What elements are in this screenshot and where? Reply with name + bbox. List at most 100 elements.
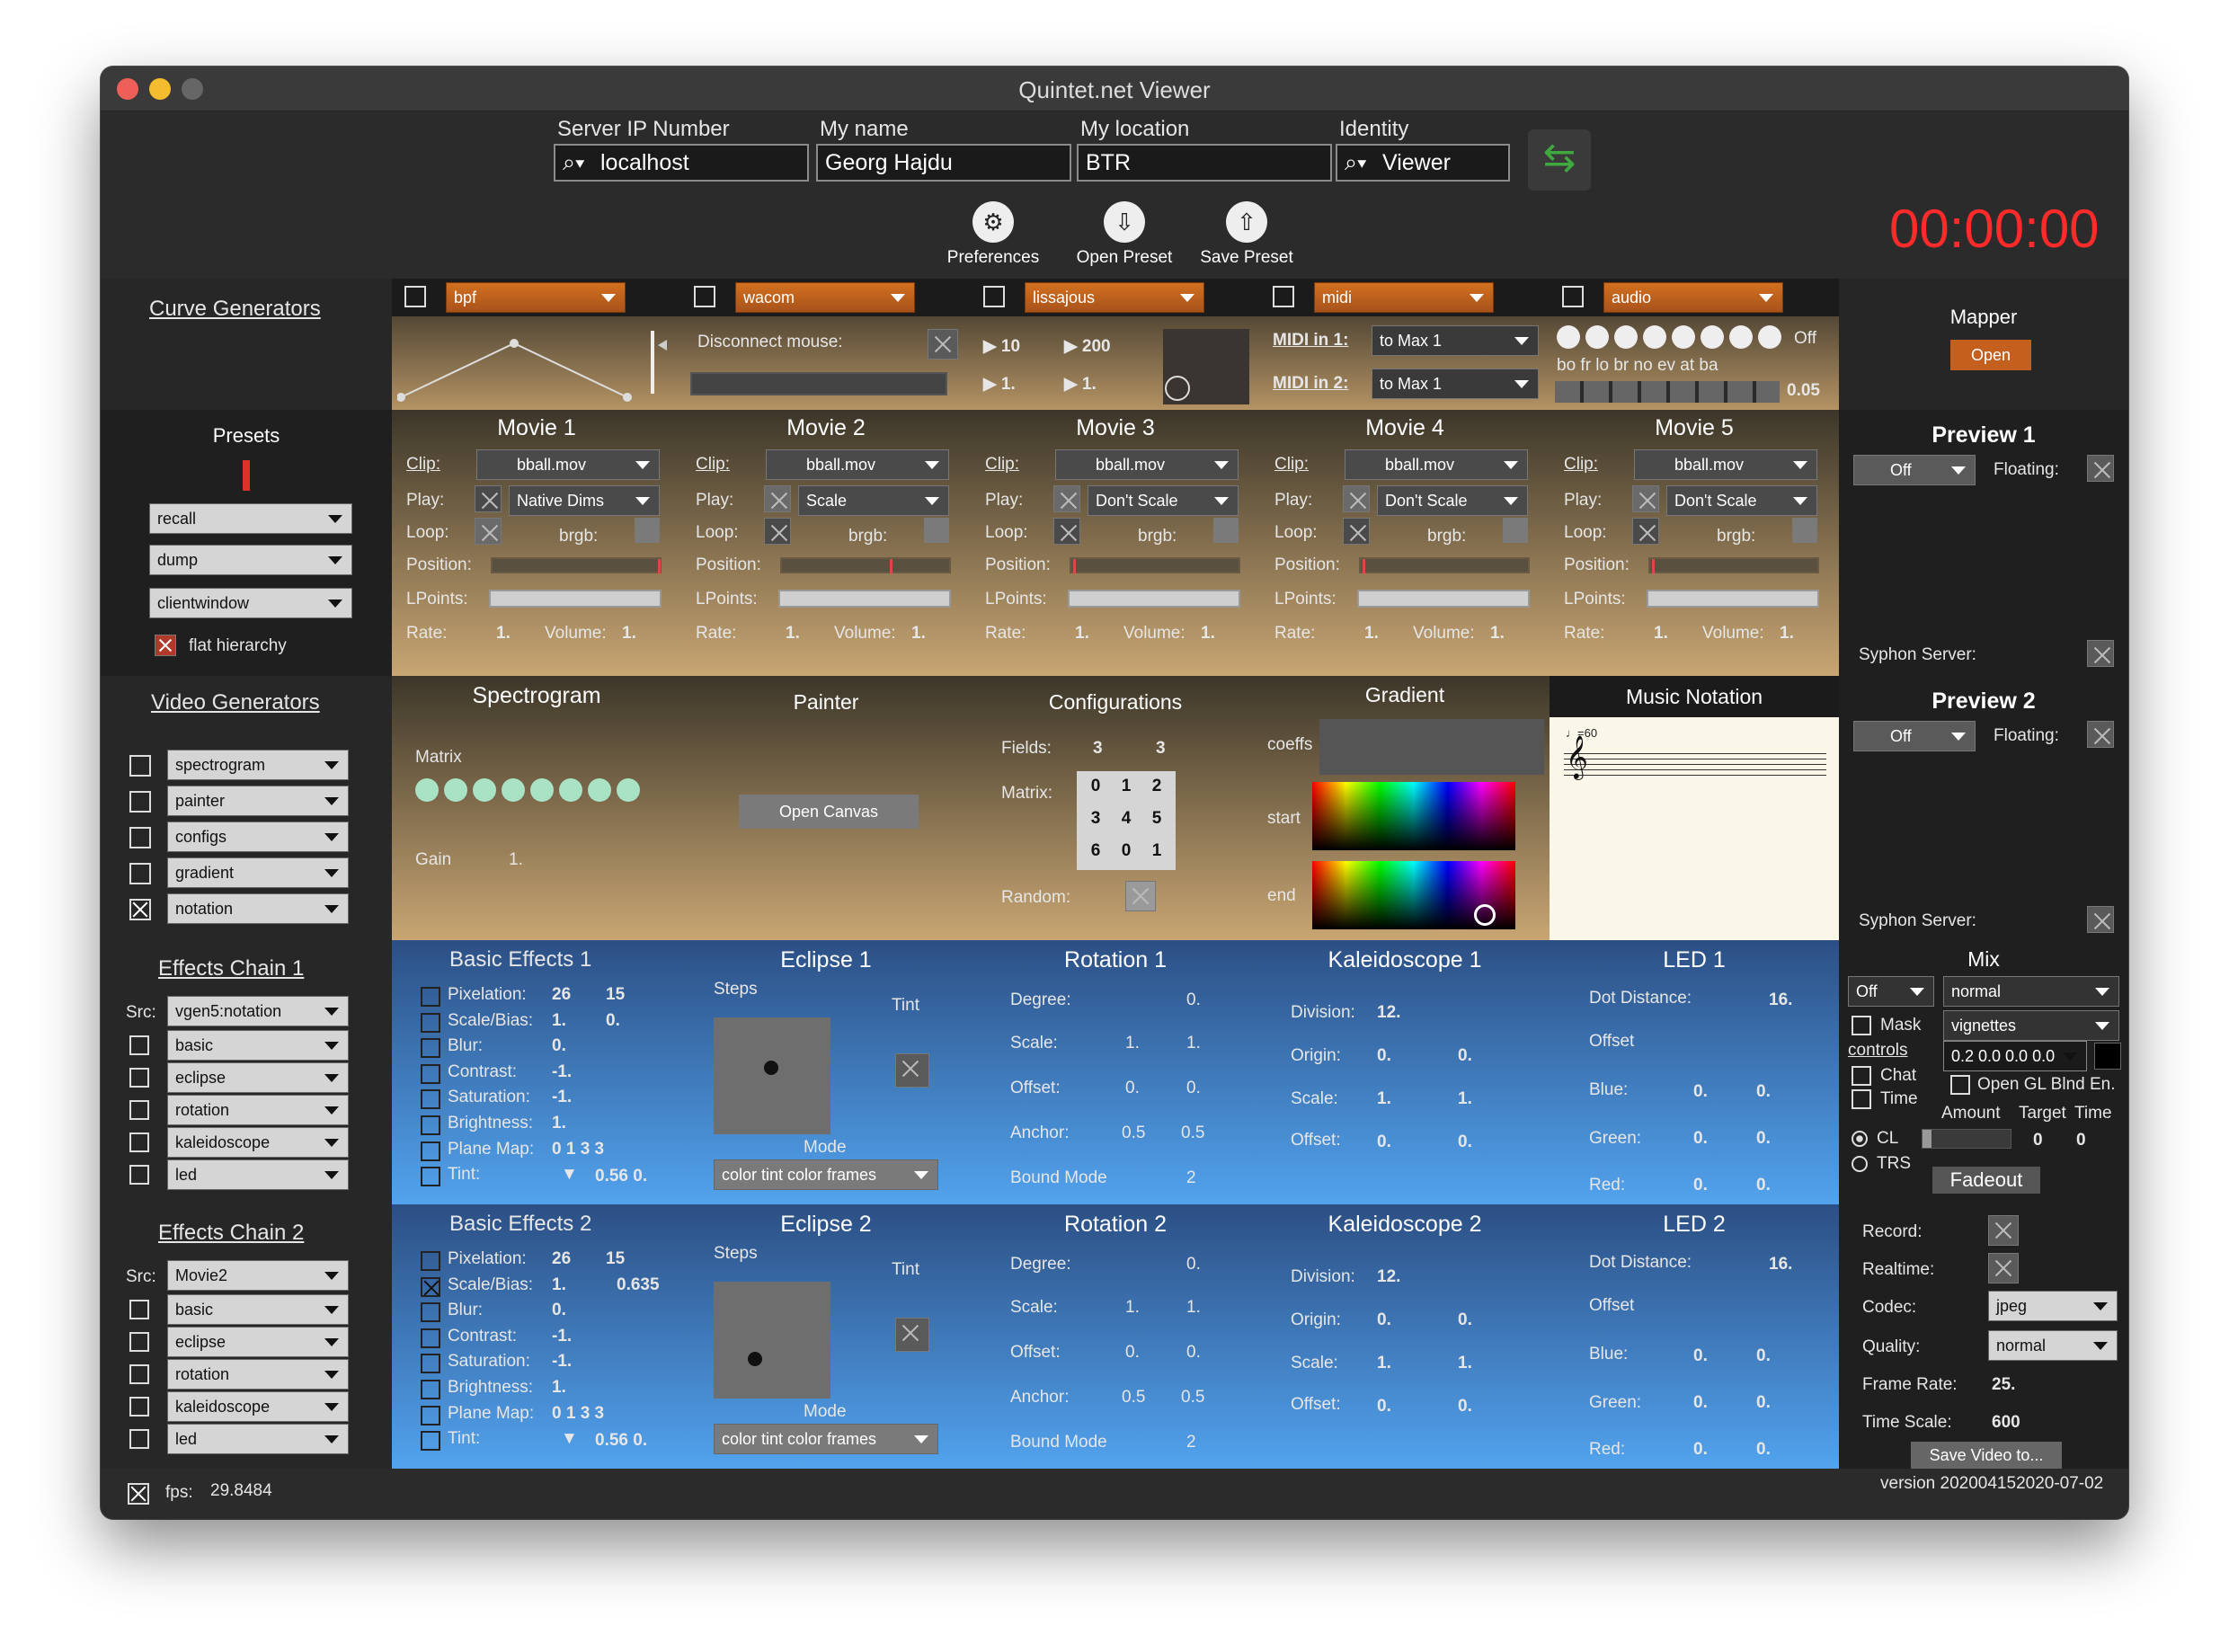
- config-matrix-cell[interactable]: 0: [1113, 841, 1140, 861]
- led2-dot-distance-value[interactable]: 16.: [1769, 1255, 1792, 1275]
- movie-3-volume-value[interactable]: 1.: [1201, 624, 1215, 644]
- chain1-item-4-checkbox[interactable]: [129, 1132, 149, 1152]
- config-matrix-cell[interactable]: 3: [1082, 809, 1109, 829]
- preview-2-mode-select[interactable]: Off: [1853, 721, 1976, 751]
- curve-gen-5-enable[interactable]: [1562, 286, 1584, 307]
- vgen-3-checkbox[interactable]: [129, 827, 151, 848]
- basic1-sb-checkbox[interactable]: [421, 1012, 440, 1033]
- eclipse2-mode-select[interactable]: color tint color frames: [714, 1424, 938, 1454]
- matrix-dot[interactable]: [617, 778, 640, 802]
- curve-gen-4-enable[interactable]: [1273, 286, 1294, 307]
- basic2-pix-checkbox[interactable]: [421, 1251, 440, 1271]
- basic1-plane-map-value[interactable]: 0 1 3 3: [552, 1140, 604, 1159]
- chain2-item-2-select[interactable]: eclipse: [167, 1327, 349, 1357]
- disconnect-mouse-toggle[interactable]: [928, 329, 958, 360]
- basic1-blur-value[interactable]: 0.: [552, 1036, 566, 1056]
- chain2-src-select[interactable]: Movie2: [167, 1260, 349, 1291]
- basic1-tint-checkbox[interactable]: [421, 1167, 440, 1187]
- movie-1-position-slider[interactable]: [491, 557, 662, 573]
- mix-mode-select[interactable]: Off: [1848, 976, 1934, 1007]
- basic2-con-checkbox[interactable]: [421, 1328, 440, 1348]
- led1-blue-y[interactable]: 0.: [1756, 1082, 1771, 1102]
- chain1-item-3-checkbox[interactable]: [129, 1100, 149, 1120]
- movie-5-scale-select[interactable]: Don't Scale: [1666, 485, 1817, 516]
- basic1-con-checkbox[interactable]: [421, 1063, 440, 1084]
- chain2-item-4-select[interactable]: kaleidoscope: [167, 1391, 349, 1422]
- basic1-pix-value[interactable]: 26: [552, 985, 571, 1005]
- rot2-offset-x[interactable]: 0.: [1125, 1343, 1140, 1363]
- lissajous-c[interactable]: ▶ 1.: [983, 374, 1016, 395]
- basic1-pix-value-2[interactable]: 15: [606, 985, 625, 1005]
- chain1-item-3-select[interactable]: rotation: [167, 1095, 349, 1125]
- led2-red-x[interactable]: 0.: [1693, 1440, 1708, 1460]
- led2-blue-y[interactable]: 0.: [1756, 1346, 1771, 1366]
- cl-radio[interactable]: [1852, 1131, 1868, 1147]
- end-color-picker[interactable]: [1312, 861, 1515, 929]
- config-matrix-cell[interactable]: 4: [1113, 809, 1140, 829]
- eclipse1-position-pad[interactable]: [714, 1017, 830, 1134]
- kal1-division-value[interactable]: 12.: [1377, 1003, 1400, 1023]
- midi-in-2-select[interactable]: to Max 1: [1372, 369, 1539, 399]
- basic1-blur-checkbox[interactable]: [421, 1038, 440, 1059]
- audio-feature-dot[interactable]: [1643, 325, 1666, 349]
- curve-gen-1-enable[interactable]: [404, 286, 426, 307]
- fields-value-1[interactable]: 3: [1093, 739, 1103, 759]
- chain2-item-1-checkbox[interactable]: [129, 1300, 149, 1319]
- basic1-pix-checkbox[interactable]: [421, 987, 440, 1007]
- movie-3-loop-toggle[interactable]: [1053, 518, 1080, 545]
- chain2-item-3-checkbox[interactable]: [129, 1364, 149, 1384]
- movie-4-rate-value[interactable]: 1.: [1364, 624, 1379, 644]
- config-matrix-cell[interactable]: 1: [1143, 841, 1170, 861]
- basic2-bri-value[interactable]: 1.: [552, 1378, 566, 1398]
- movie-1-volume-value[interactable]: 1.: [622, 624, 636, 644]
- rot1-scale-x[interactable]: 1.: [1125, 1034, 1140, 1053]
- mask-select[interactable]: vignettes: [1943, 1010, 2119, 1041]
- movie-5-position-slider[interactable]: [1648, 557, 1819, 573]
- controls-link[interactable]: controls: [1848, 1041, 1908, 1061]
- vgen-4-checkbox[interactable]: [129, 863, 151, 884]
- server-ip-field[interactable]: ⌕▾ localhost: [554, 144, 809, 182]
- basic1-pm-checkbox[interactable]: [421, 1141, 440, 1161]
- lissajous-a[interactable]: ▶ 10: [983, 336, 1020, 357]
- audio-feature-toggles[interactable]: [1555, 381, 1780, 403]
- rot1-degree-value[interactable]: 0.: [1186, 990, 1201, 1010]
- audio-feature-dot[interactable]: [1614, 325, 1638, 349]
- lissajous-b[interactable]: ▶ 200: [1064, 336, 1111, 357]
- fps-checkbox[interactable]: [128, 1483, 149, 1505]
- matrix-dot[interactable]: [502, 778, 525, 802]
- eclipse2-position-pad[interactable]: [714, 1282, 830, 1399]
- preset-dump-select[interactable]: dump: [149, 545, 352, 575]
- basic2-sat-value[interactable]: -1.: [552, 1352, 572, 1372]
- midi-in-1-select[interactable]: to Max 1: [1372, 325, 1539, 356]
- rot2-scale-y[interactable]: 1.: [1186, 1298, 1201, 1318]
- curve-gen-2-select[interactable]: wacom: [735, 282, 915, 313]
- eclipse1-mode-select[interactable]: color tint color frames: [714, 1159, 938, 1190]
- chat-checkbox[interactable]: [1852, 1066, 1871, 1086]
- movie-2-rate-value[interactable]: 1.: [786, 624, 800, 644]
- kal1-offset-y[interactable]: 0.: [1458, 1132, 1472, 1152]
- curve-gen-3-enable[interactable]: [983, 286, 1005, 307]
- movie-3-scale-select[interactable]: Don't Scale: [1088, 485, 1239, 516]
- movie-5-clip-select[interactable]: bball.mov: [1634, 449, 1817, 480]
- rot2-bound-mode-value[interactable]: 2: [1186, 1433, 1196, 1452]
- chain1-item-2-checkbox[interactable]: [129, 1068, 149, 1088]
- movie-3-lpoints-slider[interactable]: [1068, 590, 1240, 608]
- movie-3-clip-select[interactable]: bball.mov: [1055, 449, 1239, 480]
- movie-2-lpoints-slider[interactable]: [778, 590, 951, 608]
- movie-3-rate-value[interactable]: 1.: [1075, 624, 1089, 644]
- trs-radio[interactable]: [1852, 1156, 1868, 1172]
- chain1-src-select[interactable]: vgen5:notation: [167, 996, 349, 1026]
- led2-green-x[interactable]: 0.: [1693, 1393, 1708, 1413]
- movie-4-lpoints-slider[interactable]: [1357, 590, 1530, 608]
- audio-feature-dot[interactable]: [1701, 325, 1724, 349]
- basic2-pix-value-2[interactable]: 15: [606, 1249, 625, 1269]
- kal2-division-value[interactable]: 12.: [1377, 1267, 1400, 1287]
- kal2-scale-x[interactable]: 1.: [1377, 1354, 1391, 1373]
- kal1-origin-y[interactable]: 0.: [1458, 1046, 1472, 1066]
- movie-5-lpoints-slider[interactable]: [1647, 590, 1819, 608]
- basic2-plane-map-value[interactable]: 0 1 3 3: [552, 1404, 604, 1424]
- config-matrix-cell[interactable]: 1: [1113, 777, 1140, 796]
- preferences-button[interactable]: ⚙ Preferences: [926, 201, 1061, 268]
- preview-1-syphon-toggle[interactable]: [2087, 640, 2114, 667]
- movie-5-rate-value[interactable]: 1.: [1654, 624, 1668, 644]
